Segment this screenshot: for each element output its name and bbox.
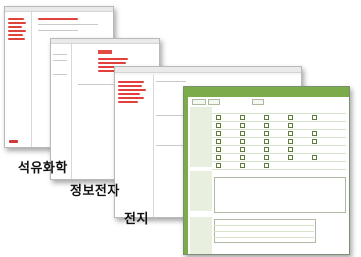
tab-2[interactable] <box>208 99 220 105</box>
checkbox[interactable] <box>216 155 221 160</box>
checkbox[interactable] <box>288 115 293 120</box>
checkbox[interactable] <box>288 123 293 128</box>
checkbox[interactable] <box>240 163 245 168</box>
checkbox[interactable] <box>240 139 245 144</box>
checkbox[interactable] <box>288 147 293 152</box>
checkbox[interactable] <box>240 131 245 136</box>
checkbox[interactable] <box>216 139 221 144</box>
checkbox[interactable] <box>216 123 221 128</box>
checkbox[interactable] <box>312 131 317 136</box>
checkbox[interactable] <box>288 155 293 160</box>
checkbox[interactable] <box>288 139 293 144</box>
sidebar-menu <box>5 12 32 147</box>
tab-3[interactable] <box>252 99 264 105</box>
checkbox[interactable] <box>312 139 317 144</box>
checkbox[interactable] <box>264 163 269 168</box>
checkbox[interactable] <box>240 155 245 160</box>
form-content <box>188 97 349 254</box>
checkbox[interactable] <box>264 131 269 136</box>
checkbox[interactable] <box>264 147 269 152</box>
checkbox[interactable] <box>264 155 269 160</box>
caption-battery: 전지 <box>124 212 149 227</box>
checkbox[interactable] <box>240 147 245 152</box>
checkbox[interactable] <box>216 115 221 120</box>
checkbox[interactable] <box>264 123 269 128</box>
window-title-bar <box>115 67 301 73</box>
company-logo <box>9 140 18 143</box>
caption-petrochemical: 석유화학 <box>18 161 68 176</box>
text-area[interactable] <box>214 177 346 213</box>
inspection-form-window <box>183 86 350 255</box>
checkbox[interactable] <box>264 115 269 120</box>
sidebar-menu <box>115 75 154 217</box>
checkbox[interactable] <box>216 131 221 136</box>
checkbox[interactable] <box>216 147 221 152</box>
tab-1[interactable] <box>192 99 206 105</box>
checkbox[interactable] <box>240 115 245 120</box>
checkbox[interactable] <box>288 131 293 136</box>
tab-active[interactable] <box>98 50 112 54</box>
checkbox[interactable] <box>264 139 269 144</box>
caption-infoelectronics: 정보전자 <box>70 184 120 199</box>
checkbox[interactable] <box>312 115 317 120</box>
checkbox[interactable] <box>216 163 221 168</box>
checkbox[interactable] <box>312 155 317 160</box>
checkbox[interactable] <box>240 123 245 128</box>
